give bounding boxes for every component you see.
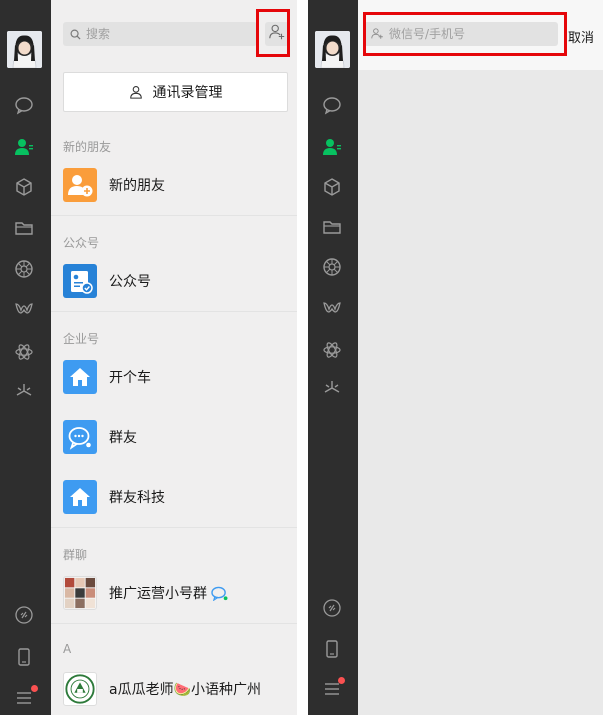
search-box[interactable] (63, 22, 257, 46)
group-chat-icon (63, 420, 97, 454)
official-account-icon (63, 264, 97, 298)
manage-contacts-icon (129, 86, 142, 99)
contact-a-label: a瓜瓜老师🍉小语种广州 (109, 682, 262, 698)
avatar[interactable] (315, 31, 350, 68)
notification-dot (338, 677, 345, 684)
favorites-icon[interactable] (12, 175, 36, 199)
list-item-official-account[interactable]: 公众号 (51, 253, 297, 309)
official-account-label: 公众号 (109, 274, 151, 290)
chat-icon[interactable] (320, 93, 344, 117)
contacts-manage-button[interactable]: 通讯录管理 (63, 72, 288, 112)
manage-button-label: 通讯录管理 (152, 85, 223, 101)
section-groups: 群聊 (63, 548, 88, 562)
chat-bubble-icon (211, 586, 228, 601)
chat-icon[interactable] (12, 93, 36, 117)
contacts-icon[interactable] (12, 135, 36, 159)
highlight-search-field (363, 12, 567, 56)
phone-icon[interactable] (12, 645, 36, 669)
phone-icon[interactable] (320, 637, 344, 661)
add-contact-panel: 取消 (308, 0, 603, 715)
qunyou-tech-label: 群友科技 (109, 490, 165, 506)
divider (51, 623, 297, 624)
miniprogram-icon[interactable] (12, 340, 36, 364)
list-item-contact-a[interactable]: a瓜瓜老师🍉小语种广州 (51, 661, 297, 715)
miniprogram-icon[interactable] (320, 338, 344, 362)
highlight-add-contact (256, 9, 290, 57)
divider (51, 527, 297, 528)
nav-rail (308, 0, 358, 715)
channels-icon[interactable] (320, 297, 344, 321)
notification-dot (31, 685, 38, 692)
divider (51, 311, 297, 312)
add-contact-content: 取消 (358, 0, 603, 715)
qunyou-label: 群友 (109, 430, 137, 446)
search-input[interactable] (86, 27, 246, 41)
section-enterprise: 企业号 (63, 332, 100, 346)
avatar[interactable] (7, 31, 42, 68)
section-new-friends: 新的朋友 (63, 140, 112, 154)
section-a: A (63, 642, 72, 656)
new-friend-icon (63, 168, 97, 202)
group-avatar (63, 576, 97, 610)
moments-icon[interactable] (12, 257, 36, 281)
cancel-button[interactable]: 取消 (568, 27, 594, 46)
list-item-qunyou[interactable]: 群友 (51, 409, 297, 465)
contacts-icon[interactable] (320, 135, 344, 159)
search-icon (70, 25, 81, 44)
contact-avatar (63, 672, 97, 706)
moments-icon[interactable] (320, 255, 344, 279)
files-icon[interactable] (320, 215, 344, 239)
home-icon (63, 360, 97, 394)
contacts-panel: 通讯录管理 新的朋友 新的朋友 公众号 公众号 企业号 (0, 0, 297, 715)
favorites-icon[interactable] (320, 175, 344, 199)
looking-icon[interactable] (320, 377, 344, 401)
promo-group-label: 推广运营小号群 (109, 586, 207, 602)
link-icon[interactable] (12, 603, 36, 627)
list-item-qunyou-tech[interactable]: 群友科技 (51, 469, 297, 525)
channels-icon[interactable] (12, 298, 36, 322)
contacts-list: 通讯录管理 新的朋友 新的朋友 公众号 公众号 企业号 (51, 0, 297, 715)
list-item-kaigeche[interactable]: 开个车 (51, 349, 297, 405)
list-item-promo-group[interactable]: 推广运营小号群 (51, 565, 297, 621)
files-icon[interactable] (12, 216, 36, 240)
nav-rail (0, 0, 51, 715)
list-item-new-friend[interactable]: 新的朋友 (51, 157, 297, 213)
new-friend-label: 新的朋友 (109, 178, 165, 194)
section-official: 公众号 (63, 236, 100, 250)
link-icon[interactable] (320, 596, 344, 620)
kaigeche-label: 开个车 (109, 370, 151, 386)
home-icon (63, 480, 97, 514)
looking-icon[interactable] (12, 380, 36, 404)
app-root: 通讯录管理 新的朋友 新的朋友 公众号 公众号 企业号 (0, 0, 603, 715)
divider (51, 215, 297, 216)
